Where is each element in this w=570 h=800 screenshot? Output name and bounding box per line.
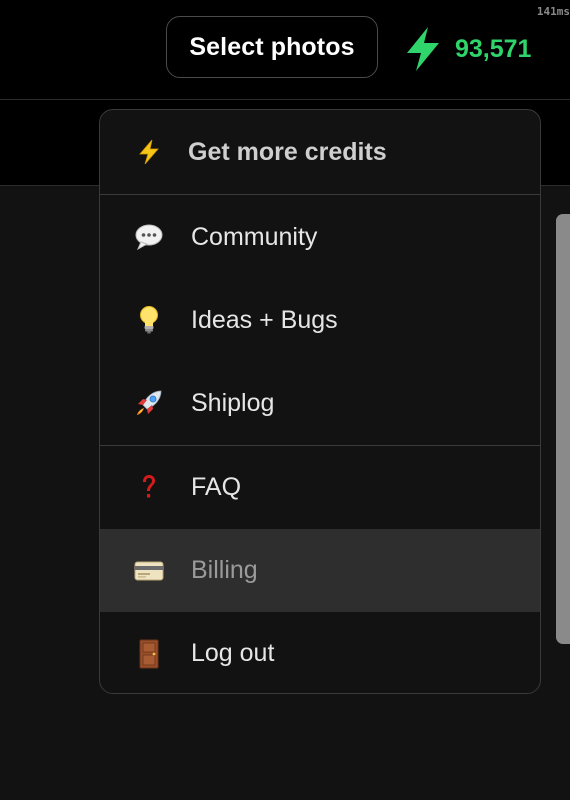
- light-bulb-icon: [134, 305, 164, 335]
- menu-item-billing[interactable]: Billing: [100, 529, 540, 612]
- menu-item-log-out[interactable]: Log out: [100, 612, 540, 693]
- menu-item-community[interactable]: Community: [100, 195, 540, 279]
- menu-item-label: Shiplog: [191, 388, 275, 417]
- menu-item-shiplog[interactable]: Shiplog: [100, 361, 540, 445]
- menu-item-label: Billing: [191, 556, 258, 584]
- menu-item-label: Get more credits: [188, 137, 387, 166]
- menu-item-label: Community: [191, 222, 318, 251]
- menu-item-label: Ideas + Bugs: [191, 305, 338, 334]
- menu-item-label: Log out: [191, 639, 275, 667]
- scrollbar[interactable]: [556, 214, 570, 644]
- menu-item-faq[interactable]: FAQ: [100, 446, 540, 529]
- select-photos-button[interactable]: Select photos: [166, 16, 378, 78]
- menu-item-ideas-bugs[interactable]: Ideas + Bugs: [100, 278, 540, 362]
- app-page: 141ms Select photos 93,571 Get more cred…: [0, 0, 570, 800]
- question-mark-icon: [134, 473, 164, 503]
- timing-readout: 141ms: [536, 5, 570, 18]
- credit-card-icon: [134, 556, 164, 586]
- lightning-icon: [134, 137, 164, 167]
- menu-item-get-more-credits[interactable]: Get more credits: [100, 110, 540, 194]
- credits-display[interactable]: 93,571: [404, 25, 531, 73]
- account-dropdown-menu: Get more credits Community Ideas + Bugs …: [99, 109, 541, 694]
- rocket-icon: [134, 388, 164, 418]
- menu-item-label: FAQ: [191, 473, 242, 501]
- speech-bubble-icon: [134, 222, 164, 252]
- door-icon: [134, 639, 164, 669]
- credits-count: 93,571: [455, 34, 532, 63]
- lightning-bolt-icon: [404, 26, 442, 72]
- top-bar: 141ms Select photos 93,571: [0, 0, 570, 100]
